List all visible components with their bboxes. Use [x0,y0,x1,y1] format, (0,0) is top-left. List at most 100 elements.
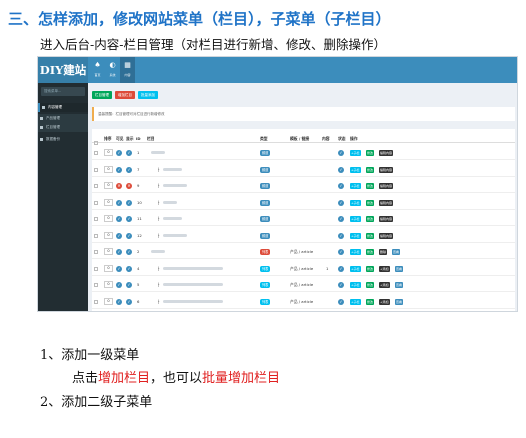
batch-add-button[interactable]: 批量添加 [138,91,158,99]
sidebar-item-content[interactable]: 内容管理 [38,103,88,112]
edit-button[interactable]: 修改 [366,166,375,173]
row-checkbox[interactable] [94,151,98,155]
add-sub-button[interactable]: +子栏 [350,183,361,189]
status-check-icon[interactable]: ✓ [338,166,344,173]
edit-content-button[interactable]: 编辑内容 [379,150,394,156]
edit-button[interactable]: 修改 [366,199,375,206]
status-check-icon[interactable]: ✓ [338,298,344,305]
add-content-button[interactable]: +添加 [379,282,390,288]
brand-logo[interactable]: DIY建站 [38,57,88,83]
sidebar-item-columns[interactable]: 栏目管理 [38,123,88,132]
add-sub-button[interactable]: +子栏 [350,232,361,239]
check-icon[interactable]: ✓ [126,249,132,255]
check-icon[interactable]: ✓ [126,232,132,239]
check-icon[interactable]: ✓ [116,216,122,222]
add-sub-button[interactable]: +子栏 [350,199,361,206]
check-icon[interactable]: ✓ [126,199,132,206]
top-nav-item[interactable]: ♠ 首页 [90,57,105,83]
sort-input[interactable]: 0 [104,215,113,222]
top-nav-item[interactable]: ◐ 系统 [105,57,120,83]
check-icon[interactable]: ✓ [116,150,122,156]
view-button[interactable]: 查看 [392,249,401,255]
check-icon[interactable]: ✓ [116,199,122,206]
row-checkbox[interactable] [94,184,98,188]
add-sub-button[interactable]: +子栏 [350,298,361,305]
check-icon[interactable]: ✓ [126,282,132,288]
view-button[interactable]: 查看 [395,265,404,272]
row-checkbox[interactable] [94,217,98,221]
edit-button[interactable]: 修改 [366,150,375,156]
edit-content-button[interactable]: 编辑内容 [379,166,394,173]
check-icon[interactable]: ✓ [126,265,132,272]
add-content-button[interactable]: +添加 [379,298,390,305]
sort-input[interactable]: 0 [104,281,113,288]
delete-button[interactable]: 删除 [379,249,388,255]
check-icon[interactable]: ✓ [126,298,132,305]
row-checkbox[interactable] [94,233,98,238]
sort-input[interactable]: 0 [104,198,113,206]
check-icon[interactable]: ✓ [116,282,122,288]
sidebar-search[interactable]: 搜索菜单... [41,87,85,96]
check-icon[interactable]: ✓ [126,166,132,173]
add-sub-button[interactable]: +子栏 [350,150,361,156]
sort-input[interactable]: 0 [104,231,113,239]
sort-input[interactable]: 0 [104,297,113,305]
add-sub-button[interactable]: +子栏 [350,216,361,222]
status-check-icon[interactable]: ✓ [338,282,344,288]
row-checkbox[interactable] [94,299,98,304]
add-sub-button[interactable]: +子栏 [350,166,361,173]
edit-button[interactable]: 修改 [366,232,375,239]
view-button[interactable]: 查看 [395,298,404,305]
top-nav-item[interactable]: ▦ 内容 [120,57,135,83]
cross-icon[interactable]: ✕ [126,183,132,189]
row-checkbox[interactable] [94,167,98,172]
row-checkbox[interactable] [94,250,98,254]
edit-button[interactable]: 修改 [366,265,375,272]
sort-input[interactable]: 0 [104,182,113,189]
status-check-icon[interactable]: ✓ [338,216,344,222]
add-sub-button[interactable]: +子栏 [350,249,361,255]
status-check-icon[interactable]: ✓ [338,232,344,239]
intro-text: 进入后台-内容-栏目管理（对栏目进行新增、修改、删除操作） [40,37,386,52]
check-icon[interactable]: ✓ [126,150,132,156]
edit-content-button[interactable]: 编辑内容 [379,216,394,222]
check-icon[interactable]: ✓ [116,298,122,305]
edit-button[interactable]: 修改 [366,298,375,305]
cross-icon[interactable]: ✕ [116,183,122,189]
edit-content-button[interactable]: 编辑内容 [379,199,394,206]
sort-input[interactable]: 0 [104,149,113,156]
status-check-icon[interactable]: ✓ [338,183,344,189]
check-icon[interactable]: ✓ [116,166,122,173]
main-content: 栏目管理 增加栏目 批量添加 温馨提醒：栏目管理可对栏目进行新增修改 排序 可见 显示 I… [88,83,517,311]
sort-input[interactable]: 0 [104,165,113,173]
add-column-button[interactable]: 增加栏目 [115,91,135,99]
sidebar-item-products[interactable]: 产品管理 [38,114,88,123]
add-sub-button[interactable]: +子栏 [350,282,361,288]
row-checkbox[interactable] [94,200,98,205]
view-button[interactable]: 查看 [395,282,404,288]
row-checkbox[interactable] [94,266,98,271]
step1-detail: 点击增加栏目，也可以批量增加栏目 [72,367,280,386]
row-checkbox[interactable] [94,283,98,287]
edit-button[interactable]: 修改 [366,216,375,222]
add-content-button[interactable]: +添加 [379,265,390,272]
edit-button[interactable]: 修改 [366,249,375,255]
check-icon[interactable]: ✓ [116,265,122,272]
sort-input[interactable]: 0 [104,248,113,255]
sort-input[interactable]: 0 [104,264,113,272]
status-check-icon[interactable]: ✓ [338,265,344,272]
status-check-icon[interactable]: ✓ [338,150,344,156]
check-icon[interactable]: ✓ [126,216,132,222]
check-icon[interactable]: ✓ [116,249,122,255]
status-check-icon[interactable]: ✓ [338,199,344,206]
edit-button[interactable]: 修改 [366,183,375,189]
grid-icon [40,126,43,129]
edit-content-button[interactable]: 编辑内容 [379,183,394,189]
add-sub-button[interactable]: +子栏 [350,265,361,272]
edit-button[interactable]: 修改 [366,282,375,288]
status-check-icon[interactable]: ✓ [338,249,344,255]
column-manage-button[interactable]: 栏目管理 [92,91,112,99]
sidebar-item-backup[interactable]: 数据备份 [38,135,88,144]
edit-content-button[interactable]: 编辑内容 [379,232,394,239]
check-icon[interactable]: ✓ [116,232,122,239]
